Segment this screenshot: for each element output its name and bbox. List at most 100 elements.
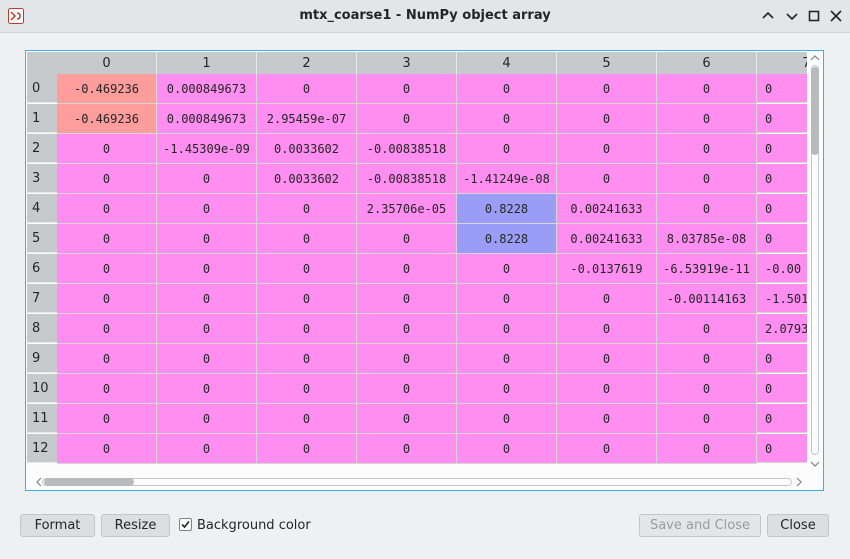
row-header[interactable]: 3 xyxy=(27,164,57,193)
table-cell[interactable]: 0 xyxy=(657,404,757,434)
table-cell[interactable]: -1.501 xyxy=(757,284,807,313)
table-cell[interactable]: 0 xyxy=(457,134,557,164)
scroll-right-icon[interactable] xyxy=(794,477,804,487)
table-cell[interactable]: 0 xyxy=(57,344,157,374)
column-header[interactable]: 7 xyxy=(757,52,807,74)
close-button[interactable]: Close xyxy=(767,514,829,537)
table-cell[interactable]: 0 xyxy=(457,404,557,434)
row-header[interactable]: 4 xyxy=(27,194,57,223)
table-cell[interactable]: 0 xyxy=(157,254,257,284)
horizontal-scroll-thumb[interactable] xyxy=(44,478,134,486)
row-header[interactable]: 1 xyxy=(27,104,57,133)
table-cell[interactable]: -0.469236 xyxy=(57,74,157,104)
background-color-checkbox[interactable] xyxy=(179,518,192,531)
table-cell[interactable]: 0 xyxy=(557,344,657,374)
table-cell[interactable]: 2.95459e-07 xyxy=(257,104,357,134)
table-cell[interactable]: 0 xyxy=(57,254,157,284)
table-cell[interactable]: 0 xyxy=(657,374,757,404)
table-cell[interactable]: 0 xyxy=(657,434,757,464)
row-header[interactable]: 8 xyxy=(27,314,57,343)
table-cell[interactable]: 0.0033602 xyxy=(257,134,357,164)
table-cell[interactable]: 0 xyxy=(257,374,357,404)
table-cell[interactable]: 0 xyxy=(257,74,357,104)
table-cell[interactable]: 0 xyxy=(657,344,757,374)
table-cell[interactable]: 0 xyxy=(157,404,257,434)
table-cell[interactable]: 0 xyxy=(157,434,257,464)
table-cell[interactable]: 0 xyxy=(357,224,457,254)
row-header[interactable]: 5 xyxy=(27,224,57,253)
table-cell[interactable]: 0 xyxy=(457,374,557,404)
horizontal-scrollbar[interactable] xyxy=(34,476,804,488)
column-header[interactable]: 4 xyxy=(457,52,557,74)
table-cell[interactable]: 0 xyxy=(457,344,557,374)
table-cell[interactable]: 0 xyxy=(157,194,257,224)
table-cell[interactable]: 2.0793 xyxy=(757,314,807,343)
scroll-up-icon[interactable] xyxy=(810,53,820,63)
table-cell[interactable]: 0 xyxy=(157,164,257,194)
table-cell[interactable]: 0 xyxy=(757,224,807,253)
table-cell[interactable]: 0 xyxy=(57,134,157,164)
table-cell[interactable]: 0 xyxy=(657,74,757,104)
save-and-close-button[interactable]: Save and Close xyxy=(639,514,761,537)
table-cell[interactable]: 0 xyxy=(257,314,357,344)
table-cell[interactable]: 0 xyxy=(57,224,157,254)
table-cell[interactable]: 0 xyxy=(257,434,357,464)
column-header[interactable]: 0 xyxy=(57,52,157,74)
column-header[interactable]: 3 xyxy=(357,52,457,74)
row-header[interactable]: 10 xyxy=(27,374,57,403)
table-cell[interactable]: 0 xyxy=(757,374,807,403)
table-cell[interactable]: 0 xyxy=(257,254,357,284)
table-cell[interactable]: -0.00 xyxy=(757,254,807,283)
close-window-button[interactable] xyxy=(828,8,844,24)
table-cell[interactable]: 8.03785e-08 xyxy=(657,224,757,254)
table-cell[interactable]: 0 xyxy=(657,164,757,194)
row-header[interactable]: 11 xyxy=(27,404,57,433)
row-header[interactable]: 2 xyxy=(27,134,57,163)
table-cell[interactable]: 0 xyxy=(457,434,557,464)
minimize-button[interactable] xyxy=(784,8,800,24)
table-cell[interactable]: 0 xyxy=(257,194,357,224)
table-cell[interactable]: 0 xyxy=(257,284,357,314)
format-button[interactable]: Format xyxy=(20,514,95,537)
table-cell[interactable]: 0 xyxy=(557,164,657,194)
row-header[interactable]: 6 xyxy=(27,254,57,283)
table-cell[interactable]: 0.8228 xyxy=(457,224,557,254)
table-cell[interactable]: 0 xyxy=(157,224,257,254)
table-cell[interactable]: 2.35706e-05 xyxy=(357,194,457,224)
table-cell[interactable]: 0 xyxy=(457,284,557,314)
table-cell[interactable]: 0 xyxy=(357,254,457,284)
column-header[interactable]: 5 xyxy=(557,52,657,74)
table-cell[interactable]: 0 xyxy=(157,284,257,314)
table-cell[interactable]: 0 xyxy=(557,74,657,104)
table-cell[interactable]: 0.0033602 xyxy=(257,164,357,194)
table-cell[interactable]: 0 xyxy=(557,374,657,404)
keep-above-button[interactable] xyxy=(760,8,776,24)
table-cell[interactable]: 0 xyxy=(757,134,807,163)
table-cell[interactable]: 0 xyxy=(57,194,157,224)
table-cell[interactable]: -0.00838518 xyxy=(357,134,457,164)
table-cell[interactable]: 0 xyxy=(757,74,807,103)
table-cell[interactable]: 0 xyxy=(57,284,157,314)
table-cell[interactable]: 0 xyxy=(457,314,557,344)
array-table[interactable]: 0 1 2 3 4 5 6 7 0 -0.469236 0.000849673 0 0 0 0 0 0 1 -0.4… xyxy=(27,52,807,475)
table-cell[interactable]: 0 xyxy=(57,374,157,404)
vertical-scroll-thumb[interactable] xyxy=(811,67,819,155)
row-header[interactable]: 0 xyxy=(27,74,57,103)
table-cell[interactable]: 0 xyxy=(357,104,457,134)
table-cell[interactable]: 0 xyxy=(57,164,157,194)
table-cell[interactable]: -1.41249e-08 xyxy=(457,164,557,194)
table-cell[interactable]: 0 xyxy=(657,314,757,344)
table-cell[interactable]: 0 xyxy=(557,404,657,434)
table-cell[interactable]: 0 xyxy=(257,224,357,254)
table-cell[interactable]: 0.00241633 xyxy=(557,194,657,224)
table-cell[interactable]: 0 xyxy=(457,104,557,134)
table-cell[interactable]: 0 xyxy=(157,374,257,404)
table-cell[interactable]: 0 xyxy=(757,194,807,223)
table-cell[interactable]: 0 xyxy=(757,344,807,373)
maximize-button[interactable] xyxy=(806,8,822,24)
table-cell[interactable]: 0 xyxy=(757,104,807,133)
table-cell[interactable]: 0.00241633 xyxy=(557,224,657,254)
horizontal-scroll-track[interactable] xyxy=(42,478,792,486)
table-cell[interactable]: 0 xyxy=(357,344,457,374)
table-cell[interactable]: 0 xyxy=(757,164,807,193)
